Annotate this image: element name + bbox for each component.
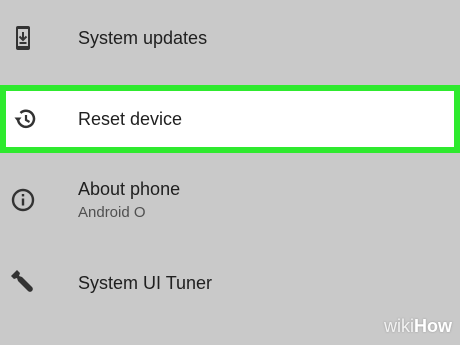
settings-item-label: About phone	[78, 179, 181, 199]
info-icon	[8, 185, 38, 215]
settings-item-label: System UI Tuner	[78, 273, 213, 293]
settings-item-about-phone[interactable]: About phone Android O	[0, 168, 460, 248]
settings-item-label: Reset device	[78, 109, 183, 129]
settings-item-subtitle: Android O	[78, 204, 146, 221]
restore-history-icon	[10, 104, 40, 134]
watermark-how: How	[414, 316, 452, 336]
system-update-icon	[8, 23, 38, 53]
settings-item-label: System updates	[78, 28, 208, 48]
settings-item-system-updates[interactable]: System updates	[0, 8, 460, 68]
settings-item-system-ui-tuner[interactable]: System UI Tuner	[0, 250, 460, 320]
wrench-icon	[8, 267, 38, 297]
settings-item-reset-device[interactable]: Reset device	[0, 85, 460, 153]
wikihow-watermark: wikiHow	[384, 316, 452, 337]
watermark-wiki: wiki	[384, 316, 414, 336]
